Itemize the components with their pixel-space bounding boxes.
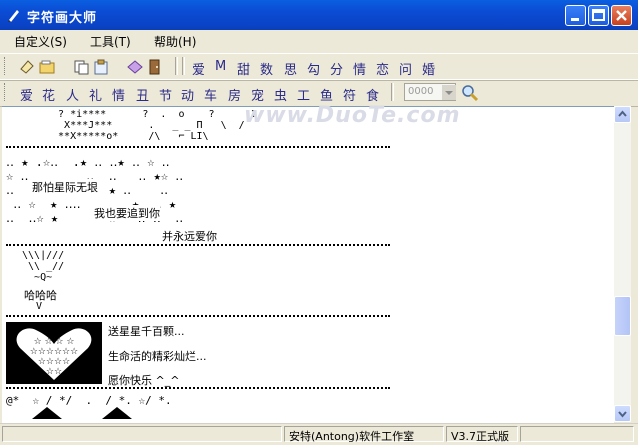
char-button[interactable]: 数	[260, 59, 273, 78]
toolbar-grip[interactable]	[4, 57, 8, 75]
exit-door-icon[interactable]	[146, 58, 164, 76]
close-button[interactable]	[611, 5, 632, 26]
char-button[interactable]: 礼	[89, 85, 102, 104]
star-text-line: 我也要追到你	[94, 205, 160, 221]
svg-text:☆ ☆ ☆ ☆: ☆ ☆ ☆ ☆	[34, 337, 75, 347]
char-button[interactable]: 人	[66, 85, 79, 104]
face-art: \\\|/// \\ _// ~Q~	[22, 250, 65, 283]
toolbar-separator	[175, 57, 178, 75]
heart-message: 生命活的精彩灿烂...	[108, 350, 207, 363]
separator-line	[6, 244, 390, 246]
status-panel	[2, 426, 282, 442]
eraser-icon[interactable]	[18, 58, 36, 76]
star-text-line: 那怕星际无垠	[32, 179, 98, 195]
maximize-icon	[592, 9, 605, 21]
scroll-up-button[interactable]	[614, 106, 631, 123]
char-button[interactable]: 恋	[376, 59, 389, 78]
status-version: V3.7正式版	[446, 426, 518, 443]
char-button[interactable]: 宠	[251, 85, 264, 104]
svg-text:☆☆☆☆☆☆: ☆☆☆☆☆☆	[30, 347, 78, 357]
status-bar: 安特(Antong)软件工作室 V3.7正式版	[0, 423, 638, 445]
char-button[interactable]: 勾	[307, 59, 320, 78]
maximize-button[interactable]	[588, 5, 609, 26]
char-button[interactable]: 甜	[237, 59, 250, 78]
search-icon[interactable]	[461, 84, 479, 102]
main-toolbar: 爱 M 甜 数 思 勾 分 情 恋 问 婚	[0, 53, 638, 81]
char-button[interactable]: 问	[399, 59, 412, 78]
window-title: 字符画大师	[27, 11, 98, 26]
separator-line	[6, 387, 390, 389]
open-file-icon[interactable]	[38, 58, 56, 76]
svg-text:☆☆: ☆☆	[46, 367, 62, 377]
app-icon	[8, 10, 19, 22]
char-button[interactable]: 房	[228, 85, 241, 104]
chevron-down-icon	[618, 411, 627, 418]
svg-text:☆☆☆☆: ☆☆☆☆	[38, 357, 70, 367]
char-button[interactable]: 符	[343, 85, 356, 104]
char-button[interactable]: 节	[159, 85, 172, 104]
char-button[interactable]: 思	[284, 59, 297, 78]
char-button[interactable]: 车	[204, 85, 217, 104]
char-button[interactable]: 分	[330, 59, 343, 78]
toolbar-separator	[182, 57, 185, 75]
chevron-down-icon[interactable]	[442, 85, 456, 100]
copy-icon[interactable]	[72, 58, 90, 76]
menu-tools[interactable]: 工具(T)	[90, 33, 131, 50]
char-button[interactable]: 虫	[274, 85, 287, 104]
menu-help[interactable]: 帮助(H)	[154, 33, 196, 50]
close-icon	[616, 10, 627, 21]
chevron-up-icon	[618, 110, 627, 117]
heart-image: ☆ ☆ ☆ ☆ ☆☆☆☆☆☆ ☆☆☆☆ ☆☆	[6, 322, 102, 384]
heart-message: 愿你快乐 ^_^	[108, 374, 180, 387]
heart-message: 送星星千百颗...	[108, 325, 185, 338]
char-button[interactable]: 动	[181, 85, 194, 104]
scroll-thumb[interactable]	[614, 296, 631, 336]
title-bar: 字符画大师	[0, 0, 638, 30]
minimize-icon	[571, 18, 579, 21]
triangle-shape	[32, 407, 62, 419]
vertical-scrollbar[interactable]	[614, 106, 631, 422]
face-v: V	[36, 301, 43, 312]
char-button[interactable]: 情	[353, 59, 366, 78]
char-button[interactable]: 爱	[20, 85, 33, 104]
menu-bar: 自定义(S) 工具(T) 帮助(H)	[0, 30, 638, 50]
scroll-down-button[interactable]	[614, 405, 631, 422]
char-button[interactable]: 食	[366, 85, 379, 104]
gem-icon[interactable]	[126, 58, 144, 76]
separator-line	[6, 146, 390, 148]
char-button[interactable]: M	[215, 59, 226, 74]
char-button[interactable]: 工	[297, 85, 310, 104]
art-canvas[interactable]: ? *i**** ? . o ? ? X***J*** . _ _ П \ / …	[2, 106, 614, 423]
star-text-line: 并永远爱你	[162, 228, 217, 244]
char-button[interactable]: 婚	[422, 59, 435, 78]
toolbar-grip[interactable]	[4, 83, 8, 101]
heart-icon: ☆ ☆ ☆ ☆ ☆☆☆☆☆☆ ☆☆☆☆ ☆☆	[16, 328, 92, 380]
char-button[interactable]: 情	[112, 85, 125, 104]
char-button[interactable]: 爱	[192, 59, 205, 78]
toolbar-separator	[391, 83, 394, 101]
char-button[interactable]: 鱼	[320, 85, 333, 104]
watermark-text: www.DuoTe.com	[244, 103, 461, 128]
bottom-art: @* ☆ / */ . / *. ☆/ *.	[6, 394, 172, 407]
char-button[interactable]: 丑	[136, 85, 149, 104]
separator-line	[6, 315, 390, 317]
clipboard-icon[interactable]	[92, 58, 110, 76]
status-panel	[520, 426, 634, 442]
minimize-button[interactable]	[565, 5, 586, 26]
triangle-shape	[102, 407, 132, 419]
menu-customize[interactable]: 自定义(S)	[14, 33, 67, 50]
ascii-art-block: ? *i**** ? . o ? ? X***J*** . _ _ П \ / …	[58, 109, 257, 142]
char-button[interactable]: 花	[42, 85, 55, 104]
status-company: 安特(Antong)软件工作室	[284, 426, 444, 443]
